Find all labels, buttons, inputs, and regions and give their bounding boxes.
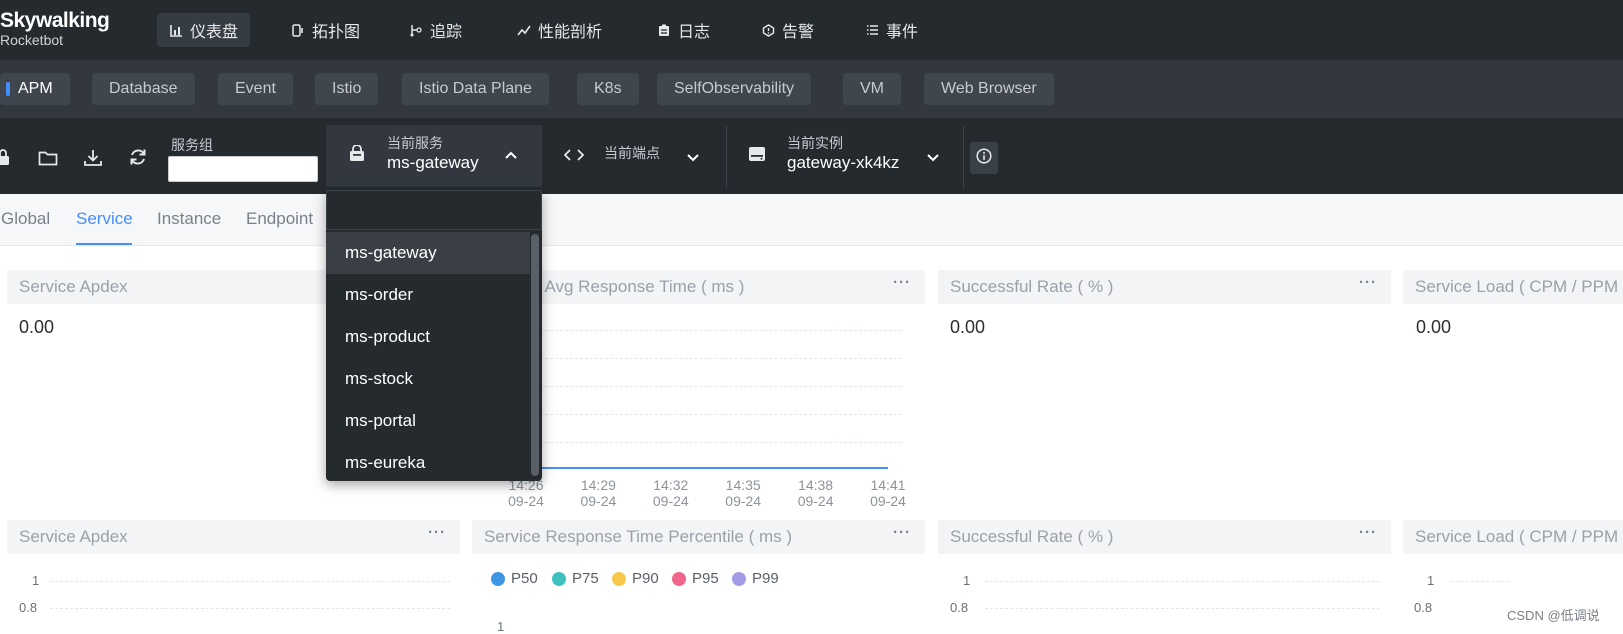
legend-label: P99 <box>752 570 779 587</box>
grid-line <box>50 581 450 582</box>
x-tick-date: 09-24 <box>870 493 906 509</box>
service-option[interactable]: ms-portal <box>326 400 530 442</box>
y-tick-label: 1 <box>497 619 505 634</box>
x-tick-time: 14:35 <box>725 477 761 493</box>
y-tick-label: 0.8 <box>19 600 38 615</box>
more-options-button[interactable]: ··· <box>428 524 446 541</box>
dropdown-scrollbar[interactable] <box>531 234 539 476</box>
service-search-input[interactable] <box>326 190 542 230</box>
x-tick-date: 09-24 <box>797 493 834 509</box>
card-header: Successful Rate ( % ) ··· <box>938 520 1391 554</box>
x-tick-date: 09-24 <box>725 493 762 509</box>
legend-swatch <box>672 571 686 586</box>
x-tick-date: 09-24 <box>580 493 617 509</box>
legend-label: P95 <box>692 570 719 587</box>
legend-item-p50[interactable]: P50 <box>491 570 538 587</box>
x-tick-label: 14:35 09-24 <box>723 477 763 509</box>
service-option[interactable]: ms-product <box>326 316 530 358</box>
x-tick-time: 14:32 <box>653 477 689 493</box>
legend-item-p95[interactable]: P95 <box>672 570 719 587</box>
legend-swatch <box>491 571 505 586</box>
card-title: Successful Rate ( % ) <box>950 527 1114 546</box>
y-tick-label: 0.8 <box>950 600 969 615</box>
x-tick-date: 09-24 <box>652 493 689 509</box>
watermark: CSDN @低调说 <box>1507 608 1600 623</box>
x-tick-label: 14:38 09-24 <box>796 477 836 509</box>
y-tick-label: 1 <box>1427 573 1435 588</box>
x-tick-label: 14:32 09-24 <box>651 477 691 509</box>
legend-swatch <box>732 571 746 586</box>
legend-item-p99[interactable]: P99 <box>732 570 779 587</box>
x-tick-label: 14:41 09-24 <box>868 477 908 509</box>
more-options-button[interactable]: ··· <box>893 524 911 541</box>
x-tick-time: 14:38 <box>798 477 834 493</box>
y-tick-label: 1 <box>963 573 971 588</box>
legend-label: P50 <box>511 570 538 587</box>
y-tick-label: 1 <box>32 573 40 588</box>
grid-line <box>985 608 1380 609</box>
legend-label: P90 <box>632 570 659 587</box>
x-tick-date: 09-24 <box>508 493 544 509</box>
grid-line <box>985 581 1380 582</box>
card-header: Service Apdex ··· <box>7 520 460 554</box>
grid-line <box>1450 581 1510 582</box>
legend-item-p75[interactable]: P75 <box>552 570 599 587</box>
card-title: Service Load ( CPM / PPM ) <box>1415 527 1623 546</box>
legend-label: P75 <box>572 570 599 587</box>
card-header: Service Load ( CPM / PPM ) <box>1403 520 1623 554</box>
legend-swatch <box>612 571 626 586</box>
service-option[interactable]: ms-stock <box>326 358 530 400</box>
grid-line <box>50 608 450 609</box>
x-tick-label: 14:29 09-24 <box>578 477 618 509</box>
card-header: Service Response Time Percentile ( ms ) … <box>472 520 925 554</box>
x-tick-time: 14:41 <box>870 477 906 493</box>
card-title: Service Response Time Percentile ( ms ) <box>484 527 792 546</box>
more-options-button[interactable]: ··· <box>1359 524 1377 541</box>
y-tick-label: 0.8 <box>1414 600 1433 615</box>
legend-swatch <box>552 571 566 586</box>
service-dropdown-menu: ms-gateway ms-order ms-product ms-stock … <box>326 190 542 481</box>
service-option[interactable]: ms-gateway <box>326 232 530 274</box>
service-option[interactable]: ms-eureka <box>326 442 530 484</box>
x-tick-time: 14:29 <box>580 477 616 493</box>
service-option[interactable]: ms-order <box>326 274 530 316</box>
legend-item-p90[interactable]: P90 <box>612 570 659 587</box>
card-title: Service Apdex <box>19 527 128 546</box>
